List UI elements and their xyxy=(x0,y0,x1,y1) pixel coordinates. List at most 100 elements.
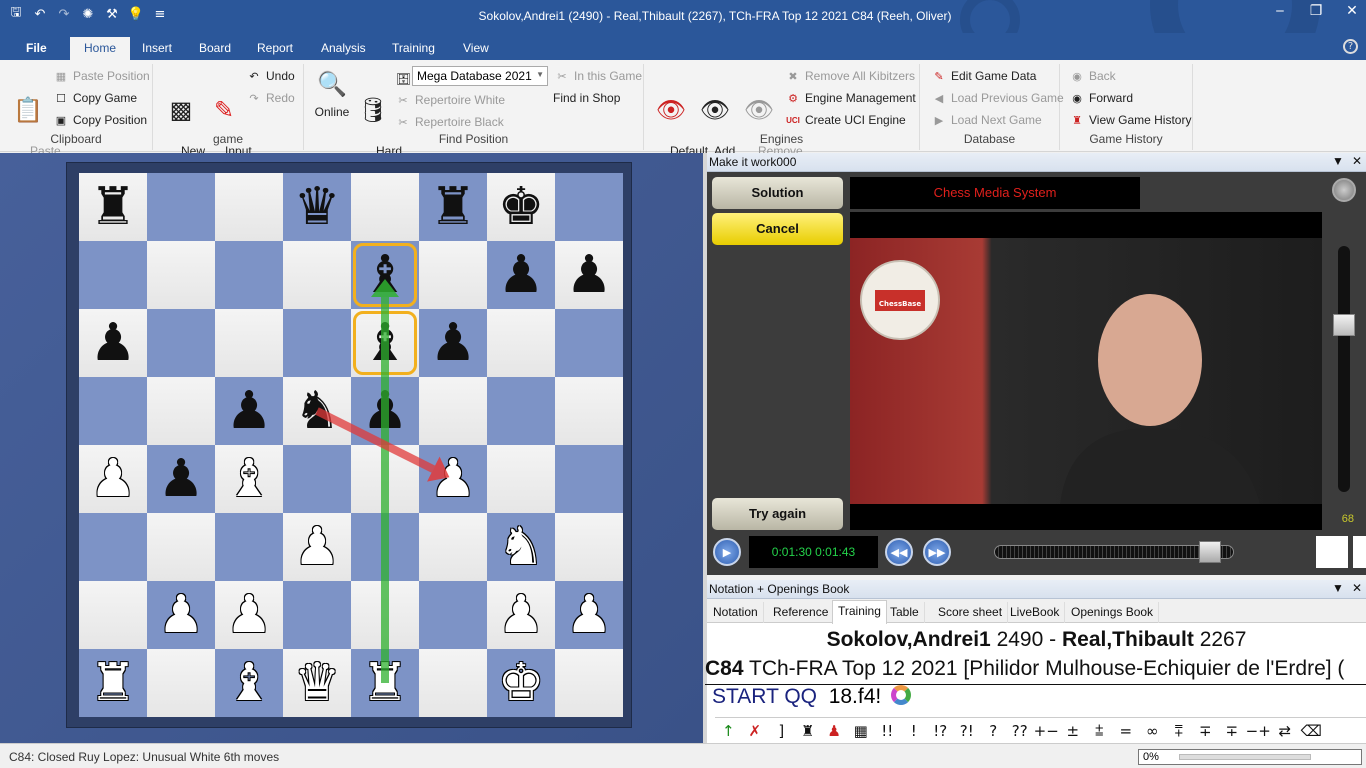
create-uci-engine-button[interactable]: UCI Create UCI Engine xyxy=(786,110,906,130)
square-f3[interactable] xyxy=(419,513,487,581)
tab-view[interactable]: View xyxy=(449,37,503,60)
paste-position-button[interactable]: ▦ Paste Position xyxy=(54,66,150,86)
black-pawn[interactable]: ♟ xyxy=(498,249,545,301)
square-f2[interactable] xyxy=(419,581,487,649)
square-h5[interactable] xyxy=(555,377,623,445)
square-f8[interactable]: ♜ xyxy=(419,173,487,241)
annotation-button[interactable]: ⩱ xyxy=(1166,722,1193,740)
square-c5[interactable]: ♟ xyxy=(215,377,283,445)
volume-slider[interactable] xyxy=(1338,246,1350,492)
square-b7[interactable] xyxy=(147,241,215,309)
black-pawn[interactable]: ♟ xyxy=(430,317,477,369)
black-rook[interactable]: ♜ xyxy=(90,181,137,233)
seek-handle[interactable] xyxy=(1199,541,1221,563)
square-b8[interactable] xyxy=(147,173,215,241)
square-c8[interactable] xyxy=(215,173,283,241)
chessboard[interactable]: ♜ ♛ ♜ ♚ ♝ ♟ ♟ ♟ ♝ ♟ ♟ ♞ ♟ ♟ ♟ ♝ ♟ ♟ ♞ ♟ ♟ ♟ ♟ ♜ ♝ ♛ ♜ ♚ xyxy=(79,173,623,717)
tab-training[interactable]: Training xyxy=(378,37,449,60)
black-pawn[interactable]: ♟ xyxy=(90,317,137,369)
square-h8[interactable] xyxy=(555,173,623,241)
cancel-button[interactable]: Cancel xyxy=(712,213,843,245)
white-knight[interactable]: ♞ xyxy=(498,521,545,573)
engine-management-button[interactable]: ⚙ Engine Management xyxy=(786,88,916,108)
black-knight[interactable]: ♞ xyxy=(294,385,341,437)
panel-close-icon[interactable]: ✕ xyxy=(1352,154,1362,168)
try-again-button[interactable]: Try again xyxy=(712,498,843,530)
white-rook[interactable]: ♜ xyxy=(362,657,409,709)
tab-openings-book[interactable]: Openings Book xyxy=(1066,602,1160,623)
square-a7[interactable] xyxy=(79,241,147,309)
annotation-button[interactable]: ∓ xyxy=(1192,722,1219,740)
online-button[interactable]: 🔍 Online xyxy=(312,68,352,119)
annotation-button[interactable]: ± xyxy=(1060,722,1087,740)
square-e1[interactable]: ♜ xyxy=(351,649,419,717)
square-g2[interactable]: ♟ xyxy=(487,581,555,649)
in-this-game-button[interactable]: ✂ In this Game xyxy=(555,66,642,86)
annotation-button[interactable]: !! xyxy=(874,722,901,740)
database-select[interactable]: Mega Database 2021 ▼ xyxy=(412,66,548,86)
white-pawn[interactable]: ♟ xyxy=(566,589,613,641)
tab-score-sheet[interactable]: Score sheet xyxy=(933,602,1009,623)
color-wheel-icon[interactable] xyxy=(891,685,912,705)
annotation-button[interactable]: +− xyxy=(1033,722,1060,740)
panel-close-icon[interactable]: ✕ xyxy=(1352,581,1362,595)
white-pawn[interactable]: ♟ xyxy=(498,589,545,641)
square-f6[interactable]: ♟ xyxy=(419,309,487,377)
black-pawn[interactable]: ♟ xyxy=(226,385,273,437)
square-h1[interactable] xyxy=(555,649,623,717)
square-f4[interactable]: ♟ xyxy=(419,445,487,513)
play-button[interactable]: ▶ xyxy=(713,538,741,566)
square-f1[interactable] xyxy=(419,649,487,717)
square-e6[interactable]: ♝ xyxy=(351,309,419,377)
square-d4[interactable] xyxy=(283,445,351,513)
annotation-button[interactable]: ✗ xyxy=(742,722,769,740)
annotation-button[interactable]: ⇄ xyxy=(1272,722,1299,740)
tab-notation[interactable]: Notation xyxy=(708,602,764,623)
panel-menu-icon[interactable]: ▼ xyxy=(1332,581,1344,595)
square-d5[interactable]: ♞ xyxy=(283,377,351,445)
fast-forward-button[interactable]: ▶▶ xyxy=(923,538,951,566)
square-e2[interactable] xyxy=(351,581,419,649)
annotation-button[interactable]: ] xyxy=(768,722,795,740)
square-g1[interactable]: ♚ xyxy=(487,649,555,717)
square-g4[interactable] xyxy=(487,445,555,513)
square-d6[interactable] xyxy=(283,309,351,377)
annotation-button[interactable]: ∓ xyxy=(1219,722,1246,740)
white-pawn[interactable]: ♟ xyxy=(226,589,273,641)
view-game-history-button[interactable]: ♜ View Game History xyxy=(1070,110,1191,130)
load-previous-game-button[interactable]: ◀ Load Previous Game xyxy=(932,88,1064,108)
square-f5[interactable] xyxy=(419,377,487,445)
white-bishop[interactable]: ♝ xyxy=(226,657,273,709)
square-d3[interactable]: ♟ xyxy=(283,513,351,581)
copy-position-button[interactable]: ▣ Copy Position xyxy=(54,110,147,130)
restore-button[interactable]: ❐ xyxy=(1308,3,1324,19)
annotation-button[interactable]: ? xyxy=(980,722,1007,740)
square-h3[interactable] xyxy=(555,513,623,581)
solution-button[interactable]: Solution xyxy=(712,177,843,209)
square-c7[interactable] xyxy=(215,241,283,309)
annotation-button[interactable]: ↑ xyxy=(715,722,742,740)
black-bishop[interactable]: ♝ xyxy=(362,317,409,369)
white-pawn[interactable]: ♟ xyxy=(430,453,477,505)
tab-analysis[interactable]: Analysis xyxy=(307,37,380,60)
tab-livebook[interactable]: LiveBook xyxy=(1005,602,1066,623)
square-c3[interactable] xyxy=(215,513,283,581)
square-a6[interactable]: ♟ xyxy=(79,309,147,377)
seek-bar[interactable] xyxy=(994,545,1234,559)
square-b3[interactable] xyxy=(147,513,215,581)
copy-game-button[interactable]: ☐ Copy Game xyxy=(54,88,137,108)
square-e7[interactable]: ♝ xyxy=(351,241,419,309)
white-queen[interactable]: ♛ xyxy=(294,657,341,709)
square-e4[interactable] xyxy=(351,445,419,513)
black-rook[interactable]: ♜ xyxy=(430,181,477,233)
remove-all-kibitzers-button[interactable]: ✖ Remove All Kibitzers xyxy=(786,66,915,86)
forward-button[interactable]: ◉ Forward xyxy=(1070,88,1133,108)
undo-button[interactable]: ↶ Undo xyxy=(247,66,294,86)
black-king[interactable]: ♚ xyxy=(498,181,545,233)
square-e3[interactable] xyxy=(351,513,419,581)
white-pawn[interactable]: ♟ xyxy=(90,453,137,505)
volume-slider-handle[interactable] xyxy=(1333,313,1355,336)
square-b2[interactable]: ♟ xyxy=(147,581,215,649)
square-d8[interactable]: ♛ xyxy=(283,173,351,241)
annotation-button[interactable]: ∞ xyxy=(1139,722,1166,740)
